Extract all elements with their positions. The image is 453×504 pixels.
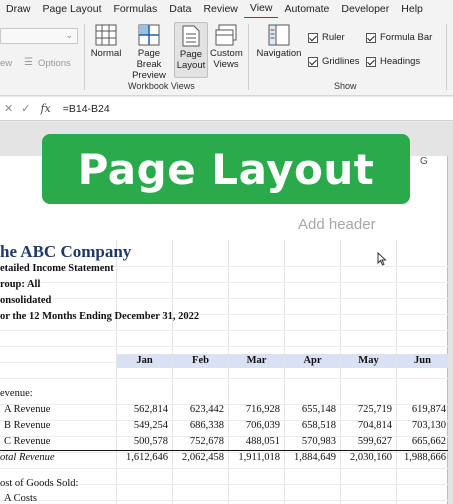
month-header-jun[interactable]: Jun — [397, 354, 448, 368]
row-label-cogs[interactable]: ost of Goods Sold: — [0, 478, 78, 489]
page-layout-banner: Page Layout — [42, 134, 410, 204]
row-label-a-costs[interactable]: A Costs — [4, 493, 37, 504]
cancel-formula-icon[interactable]: ✕ — [4, 102, 13, 115]
menu-bar: Draw Page Layout Formulas Data Review Vi… — [0, 0, 453, 19]
row-label-a-revenue[interactable]: A Revenue — [4, 404, 50, 415]
cell-a-revenue-feb[interactable]: 623,442 — [172, 404, 224, 415]
gridlines-checkbox[interactable]: Gridlines — [308, 56, 360, 67]
cell-b-revenue-may[interactable]: 704,814 — [340, 420, 392, 431]
cell-c-revenue-jun[interactable]: 665,662 — [394, 436, 446, 447]
report-line-1[interactable]: etailed Income Statement — [0, 263, 114, 274]
row-label-b-revenue[interactable]: B Revenue — [4, 420, 50, 431]
normal-view-button[interactable]: Normal — [88, 24, 124, 59]
sheet-view-dropdown[interactable]: ⌄ — [0, 28, 78, 44]
navigation-button[interactable]: Navigation — [254, 24, 304, 59]
page-layout-view-button[interactable]: Page Layout — [174, 22, 208, 78]
page-break-preview-label: Page Break Preview — [132, 48, 166, 81]
cell-total-revenue-jan[interactable]: 1,612,646 — [116, 452, 168, 463]
ruler-label: Ruler — [322, 32, 345, 43]
menu-draw[interactable]: Draw — [0, 0, 37, 18]
cell-a-revenue-jan[interactable]: 562,814 — [116, 404, 168, 415]
normal-view-icon — [95, 24, 117, 46]
cell-a-revenue-mar[interactable]: 716,928 — [228, 404, 280, 415]
formula-bar: ✕ ✓ fx =B14-B24 — [0, 97, 453, 121]
cell-a-revenue-apr[interactable]: 655,148 — [284, 404, 336, 415]
checkbox-checked-icon — [308, 32, 318, 43]
cell-total-revenue-feb[interactable]: 2,062,458 — [172, 452, 224, 463]
cell-total-revenue-apr[interactable]: 1,884,649 — [284, 452, 336, 463]
cell-total-revenue-jun[interactable]: 1,988,666 — [394, 452, 446, 463]
navigation-label: Navigation — [256, 48, 302, 59]
column-header-g[interactable]: G — [420, 156, 428, 167]
report-line-4[interactable]: or the 12 Months Ending December 31, 202… — [0, 311, 199, 322]
menu-data[interactable]: Data — [163, 0, 197, 18]
company-title[interactable]: he ABC Company — [0, 242, 131, 262]
menu-developer[interactable]: Developer — [335, 0, 395, 18]
month-header-mar[interactable]: Mar — [229, 354, 284, 368]
show-group-label: Show — [334, 81, 357, 91]
row-label-revenue[interactable]: evenue: — [0, 388, 33, 399]
formula-input[interactable]: =B14-B24 — [63, 103, 110, 115]
chevron-down-icon: ⌄ — [65, 30, 73, 40]
menu-help[interactable]: Help — [395, 0, 429, 18]
worksheet-area[interactable]: G Page Layout Add header he ABC Company … — [0, 122, 453, 504]
add-header-placeholder[interactable]: Add header — [298, 216, 376, 233]
banner-text: Page Layout — [77, 144, 375, 194]
navigation-icon — [268, 24, 290, 46]
mouse-cursor-icon — [377, 252, 387, 266]
total-top-border — [0, 450, 448, 451]
options-icon: ☰ — [24, 57, 33, 68]
custom-views-label: Custom Views — [210, 48, 243, 70]
ruler-checkbox[interactable]: Ruler — [308, 32, 345, 43]
checkbox-checked-icon — [366, 32, 376, 43]
row-label-total-revenue[interactable]: otal Revenue — [0, 452, 55, 463]
ribbon-options[interactable]: Options — [38, 58, 71, 69]
custom-views-icon — [215, 24, 237, 46]
month-header-apr[interactable]: Apr — [285, 354, 340, 368]
page-break-preview-button[interactable]: Page Break Preview — [126, 24, 172, 81]
menu-automate[interactable]: Automate — [278, 0, 335, 18]
normal-view-label: Normal — [90, 48, 122, 59]
cell-a-revenue-jun[interactable]: 619,874 — [394, 404, 446, 415]
formula-bar-label: Formula Bar — [380, 32, 433, 43]
cell-a-revenue-may[interactable]: 725,719 — [340, 404, 392, 415]
menu-review[interactable]: Review — [197, 0, 243, 18]
gridlines-label: Gridlines — [322, 56, 360, 67]
cell-total-revenue-mar[interactable]: 1,911,018 — [228, 452, 280, 463]
custom-views-button[interactable]: Custom Views — [210, 24, 243, 70]
ribbon: ⌄ ew ☰ Options Normal Page Break Preview… — [0, 18, 453, 96]
cell-b-revenue-mar[interactable]: 706,039 — [228, 420, 280, 431]
row-label-c-revenue[interactable]: C Revenue — [4, 436, 50, 447]
cell-b-revenue-jan[interactable]: 549,254 — [116, 420, 168, 431]
page-layout-view-label: Page Layout — [176, 49, 206, 71]
cell-c-revenue-jan[interactable]: 500,578 — [116, 436, 168, 447]
cell-b-revenue-feb[interactable]: 686,338 — [172, 420, 224, 431]
enter-formula-icon[interactable]: ✓ — [21, 102, 30, 115]
cell-c-revenue-mar[interactable]: 488,051 — [228, 436, 280, 447]
insert-function-button[interactable]: fx — [40, 102, 50, 115]
page-layout-view-icon — [182, 25, 200, 47]
headings-checkbox[interactable]: Headings — [366, 56, 420, 67]
cell-total-revenue-may[interactable]: 2,030,160 — [340, 452, 392, 463]
menu-page-layout[interactable]: Page Layout — [37, 0, 108, 18]
month-header-feb[interactable]: Feb — [173, 354, 228, 368]
ribbon-partial-ew[interactable]: ew — [0, 58, 12, 69]
cell-b-revenue-apr[interactable]: 658,518 — [284, 420, 336, 431]
menu-formulas[interactable]: Formulas — [107, 0, 163, 18]
headings-label: Headings — [380, 56, 421, 67]
cell-b-revenue-jun[interactable]: 703,130 — [394, 420, 446, 431]
menu-view[interactable]: View — [243, 0, 279, 19]
page-break-preview-icon — [138, 24, 160, 46]
checkbox-checked-icon — [308, 56, 318, 67]
workbook-views-group-label: Workbook Views — [128, 81, 195, 91]
cell-c-revenue-may[interactable]: 599,627 — [340, 436, 392, 447]
report-line-2[interactable]: roup: All — [0, 279, 40, 290]
month-header-jan[interactable]: Jan — [117, 354, 172, 368]
formula-bar-checkbox[interactable]: Formula Bar — [366, 32, 432, 43]
cell-c-revenue-feb[interactable]: 752,678 — [172, 436, 224, 447]
report-line-3[interactable]: onsolidated — [0, 295, 51, 306]
month-header-may[interactable]: May — [341, 354, 396, 368]
checkbox-checked-icon — [366, 56, 376, 67]
cell-c-revenue-apr[interactable]: 570,983 — [284, 436, 336, 447]
